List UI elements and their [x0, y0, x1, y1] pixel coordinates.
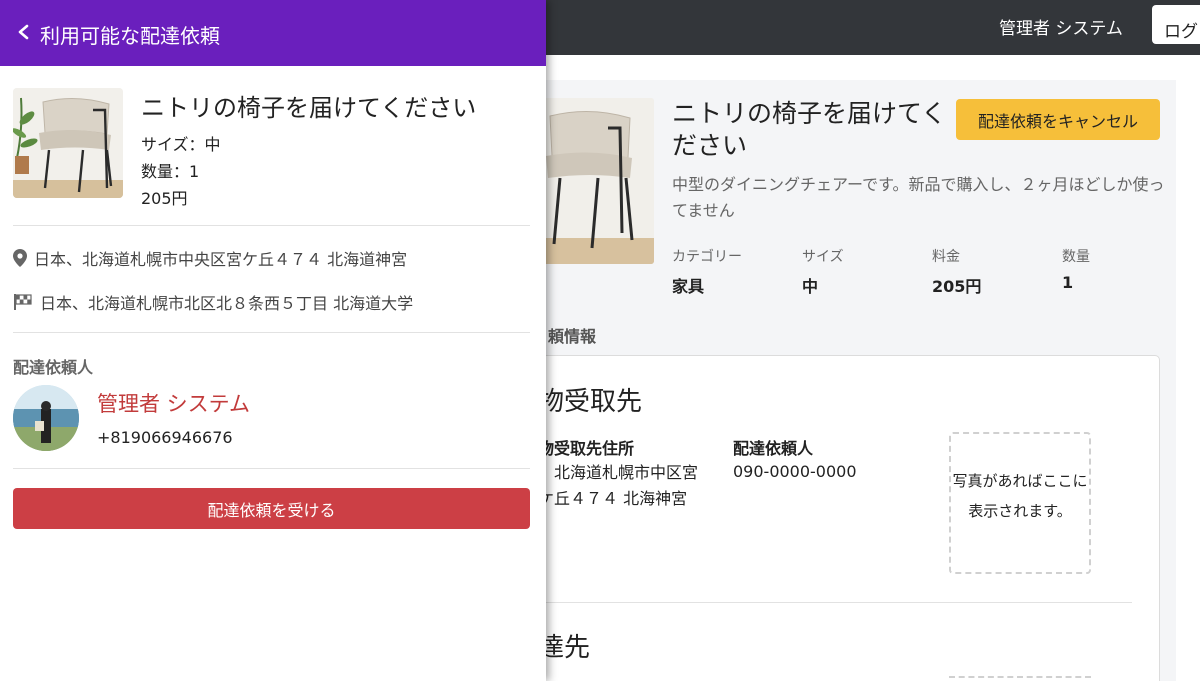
spec-value: 1: [1062, 273, 1074, 292]
available-requests-drawer: 利用可能な配達依頼 ニトリの椅子を届けてください サイズ：中 数量：1 205円…: [0, 0, 546, 681]
item-size: サイズ：中: [141, 135, 221, 154]
spec-value: 中: [802, 277, 819, 296]
detail-title: ニトリの椅子を届けてください: [672, 99, 947, 160]
destination-address-text: 日本、北海道札幌市北区北８条西５丁目 北海道大学: [40, 294, 414, 313]
checkered-flag-icon: [14, 294, 32, 310]
spec-label: 数量: [1062, 249, 1090, 265]
spec-value: 家具: [672, 277, 705, 296]
requester-section-label: 配達依頼人: [13, 358, 94, 377]
spec-price: 料金 205円: [932, 246, 981, 297]
accept-request-button[interactable]: 配達依頼を受ける: [13, 488, 530, 529]
spec-category: カテゴリー 家具: [672, 246, 742, 297]
pickup-address: 、北海道札幌市中区宮ケ丘４７４ 北海神宮: [538, 463, 699, 508]
requester-label: 配達依頼人: [733, 439, 814, 458]
photo-placeholder-2: [949, 676, 1091, 681]
pickup-heading: 物受取先: [538, 387, 643, 417]
spec-size: サイズ 中: [802, 246, 844, 297]
divider: [538, 602, 1132, 603]
pickup-address-label: 物受取先住所: [538, 439, 635, 458]
pickup-address-row: 日本、北海道札幌市中央区宮ケ丘４７４ 北海道神宮: [13, 246, 407, 270]
requester-phone: 090-0000-0000: [733, 462, 857, 481]
cancel-request-button[interactable]: 配達依頼をキャンセル: [956, 99, 1160, 140]
spec-label: 料金: [932, 249, 960, 265]
requester-name[interactable]: 管理者 システム: [97, 388, 250, 418]
divider: [13, 468, 530, 469]
drawer-header: 利用可能な配達依頼: [0, 0, 546, 66]
spec-label: カテゴリー: [672, 249, 742, 265]
item-thumbnail[interactable]: [13, 88, 123, 198]
item-title[interactable]: ニトリの椅子を届けてください: [141, 88, 476, 123]
detail-description: 中型のダイニングチェアーです。新品で購入し、２ヶ月ほどしか使ってません: [672, 175, 1165, 220]
logout-button[interactable]: ログ: [1152, 5, 1200, 44]
avatar: [13, 385, 79, 451]
navbar-user-name[interactable]: 管理者 システム: [999, 14, 1123, 39]
spec-value: 205円: [932, 277, 982, 296]
item-price: 205円: [141, 189, 188, 208]
item-quantity: 数量：1: [141, 162, 200, 181]
destination-address-row: 日本、北海道札幌市北区北８条西５丁目 北海道大学: [13, 290, 413, 314]
divider: [13, 225, 530, 226]
divider: [13, 332, 530, 333]
pickup-address-text: 日本、北海道札幌市中央区宮ケ丘４７４ 北海道神宮: [34, 250, 408, 269]
spec-label: サイズ: [802, 249, 844, 265]
photo-placeholder: 写真があればここに表示されます。: [949, 432, 1091, 574]
map-marker-icon: [13, 249, 27, 267]
request-info-label: 頼情報: [548, 327, 597, 346]
spec-quantity: 数量 1: [1062, 246, 1090, 292]
drawer-title: 利用可能な配達依頼: [40, 24, 220, 48]
requester-phone: +819066946676: [97, 428, 233, 447]
chevron-left-icon[interactable]: [16, 18, 34, 46]
